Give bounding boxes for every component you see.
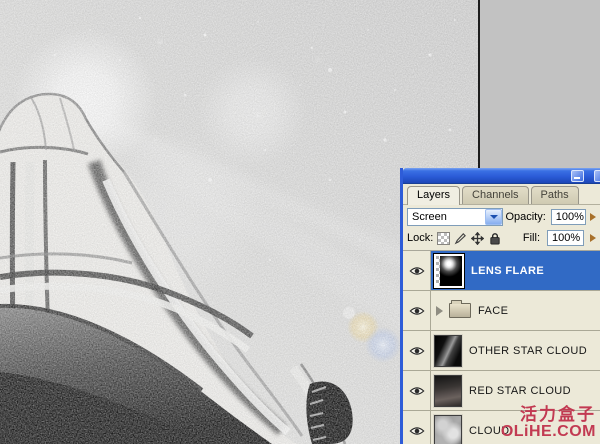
tab-layers[interactable]: Layers [407, 186, 460, 205]
visibility-toggle[interactable] [403, 371, 431, 410]
watermark-line2: OLiHE.COM [501, 424, 596, 441]
screenshot-root: Layers Channels Paths Screen Opacity: 10… [0, 0, 600, 444]
fill-field[interactable]: 100% [547, 230, 584, 246]
blend-mode-row: Screen Opacity: 100% [403, 205, 600, 228]
layer-name: OTHER STAR CLOUD [469, 345, 587, 357]
fill-slider-arrow-icon[interactable] [590, 234, 596, 242]
lock-label: Lock: [407, 232, 433, 244]
eye-icon [409, 266, 425, 276]
tab-paths[interactable]: Paths [531, 186, 579, 204]
eye-icon [409, 426, 425, 436]
layer-name: LENS FLARE [471, 265, 544, 277]
tab-channels[interactable]: Channels [462, 186, 528, 204]
chevron-down-icon[interactable] [485, 209, 502, 225]
fill-value: 100% [552, 232, 580, 244]
visibility-toggle[interactable] [403, 251, 431, 290]
blend-mode-value: Screen [412, 211, 447, 223]
lock-row: Lock: Fill: 100% [403, 228, 600, 250]
group-expander-triangle-icon[interactable] [436, 306, 443, 316]
minimize-icon [574, 177, 580, 179]
layer-thumbnail[interactable] [434, 335, 462, 367]
group-folder-icon [449, 303, 471, 318]
layer-thumbnail[interactable] [434, 375, 462, 407]
eye-icon [409, 346, 425, 356]
fill-label: Fill: [523, 232, 540, 244]
layer-name: RED STAR CLOUD [469, 385, 571, 397]
layer-row-face-group[interactable]: FACE [403, 291, 600, 331]
watermark: 活力盒子 OLiHE.COM [501, 406, 596, 441]
lock-paint-brush-icon[interactable] [454, 232, 467, 245]
layer-row-other-star-cloud[interactable]: OTHER STAR CLOUD [403, 331, 600, 371]
opacity-label: Opacity: [505, 211, 545, 223]
layer-name: FACE [478, 305, 508, 317]
opacity-slider-arrow-icon[interactable] [590, 213, 596, 221]
close-button[interactable] [594, 170, 600, 182]
layer-thumbnail[interactable] [434, 415, 462, 444]
layer-row-lens-flare[interactable]: LENS FLARE [403, 251, 600, 291]
opacity-value: 100% [556, 211, 584, 223]
palette-titlebar[interactable] [403, 168, 600, 184]
visibility-toggle[interactable] [403, 331, 431, 370]
lock-transparency-icon[interactable] [437, 232, 450, 245]
opacity-field[interactable]: 100% [551, 209, 586, 225]
visibility-toggle[interactable] [403, 411, 431, 444]
lock-all-padlock-icon[interactable] [488, 232, 501, 245]
palette-tabs: Layers Channels Paths [403, 184, 600, 205]
watermark-line1: 活力盒子 [501, 406, 596, 424]
eye-icon [409, 306, 425, 316]
layer-thumbnail[interactable] [434, 254, 464, 288]
visibility-toggle[interactable] [403, 291, 431, 330]
eye-icon [409, 386, 425, 396]
minimize-button[interactable] [571, 170, 584, 182]
lock-position-move-icon[interactable] [471, 232, 484, 245]
layers-palette: Layers Channels Paths Screen Opacity: 10… [400, 168, 600, 444]
blend-mode-select[interactable]: Screen [407, 208, 503, 226]
